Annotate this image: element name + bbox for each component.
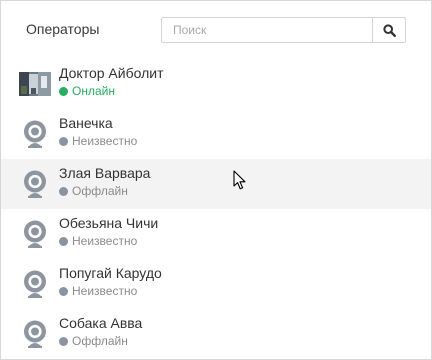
operator-name: Злая Варвара <box>59 165 151 181</box>
operator-name: Обезьяна Чичи <box>59 215 159 231</box>
search-input[interactable] <box>162 18 374 42</box>
status-unknown-dot <box>59 136 68 146</box>
status-text: Неизвестно <box>72 134 138 148</box>
operator-photo <box>19 69 51 99</box>
panel-header: Операторы <box>1 1 431 59</box>
status-text: Оффлайн <box>72 184 128 198</box>
status-text: Онлайн <box>72 84 115 98</box>
panel-title: Операторы <box>26 21 100 37</box>
operator-name: Доктор Айболит <box>59 65 164 81</box>
webcam-icon <box>19 269 51 299</box>
operator-row[interactable]: Злая Варвара Оффлайн <box>1 159 431 209</box>
status-text: Оффлайн <box>72 334 128 348</box>
operator-name: Ванечка <box>59 115 113 131</box>
operator-row[interactable]: Ванечка Неизвестно <box>1 109 431 159</box>
status-text: Неизвестно <box>72 284 138 298</box>
operator-row[interactable]: Собака Авва Оффлайн <box>1 309 431 359</box>
operator-status: Неизвестно <box>59 134 137 148</box>
search-icon <box>382 23 396 37</box>
webcam-icon <box>19 219 51 249</box>
mouse-cursor-icon <box>233 170 246 190</box>
operator-status: Оффлайн <box>59 184 128 198</box>
operator-status: Онлайн <box>59 84 115 98</box>
operator-name: Попугай Карудо <box>59 265 162 281</box>
webcam-icon <box>19 169 51 199</box>
operator-row[interactable]: Попугай Карудо Неизвестно <box>1 259 431 309</box>
status-offline-dot <box>59 336 68 346</box>
search-button[interactable] <box>372 18 405 42</box>
operator-status: Неизвестно <box>59 234 137 248</box>
search-box <box>161 17 406 43</box>
operator-row[interactable]: Обезьяна Чичи Неизвестно <box>1 209 431 259</box>
operator-name: Собака Авва <box>59 315 143 331</box>
status-unknown-dot <box>59 236 68 246</box>
operator-status: Неизвестно <box>59 284 137 298</box>
operator-status: Оффлайн <box>59 334 128 348</box>
webcam-icon <box>19 319 51 349</box>
status-offline-dot <box>59 186 68 196</box>
webcam-icon <box>19 119 51 149</box>
status-text: Неизвестно <box>72 234 138 248</box>
status-online-dot <box>59 86 68 96</box>
operators-panel: Операторы Поиск Доктор Айболит Онлайн Ва… <box>0 0 432 360</box>
operators-list: Доктор Айболит Онлайн Ванечка Неизвестно… <box>1 59 431 359</box>
status-unknown-dot <box>59 286 68 296</box>
operator-row[interactable]: Доктор Айболит Онлайн <box>1 59 431 109</box>
